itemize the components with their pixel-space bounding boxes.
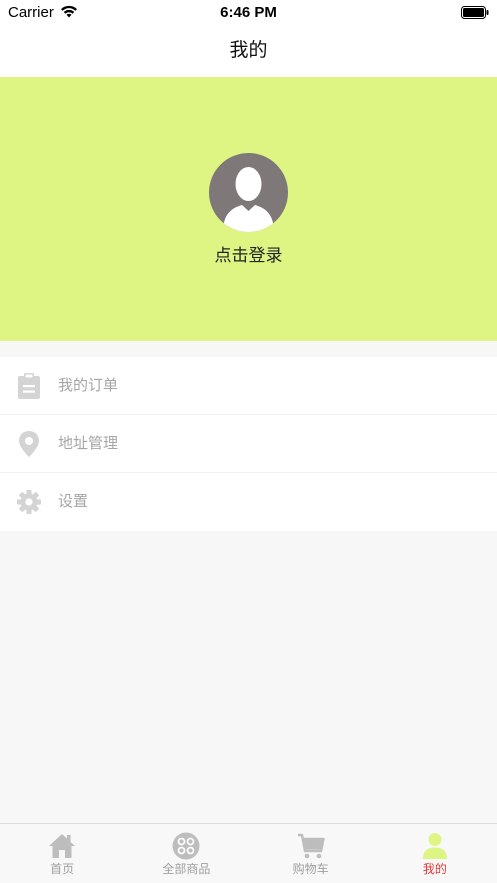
profile-header: 点击登录 xyxy=(0,77,497,341)
menu-item-orders[interactable]: 我的订单 xyxy=(0,357,497,415)
menu-item-label: 我的订单 xyxy=(58,376,119,394)
login-link[interactable]: 点击登录 xyxy=(0,241,497,266)
tab-mine[interactable]: 我的 xyxy=(373,824,497,883)
tab-label: 首页 xyxy=(50,862,75,876)
menu-list: 我的订单 地址管理 设置 xyxy=(0,357,497,531)
tab-bar: 首页 全部商品 购物车 我的 xyxy=(0,823,497,883)
menu-item-label: 地址管理 xyxy=(58,434,119,452)
page-title: 我的 xyxy=(229,39,268,61)
location-pin-icon xyxy=(19,431,39,457)
clock: 6:46 PM xyxy=(220,4,277,21)
home-icon xyxy=(49,834,76,858)
avatar[interactable] xyxy=(209,153,288,232)
tab-label: 我的 xyxy=(422,862,447,876)
menu-item-settings[interactable]: 设置 xyxy=(0,473,497,531)
gear-icon xyxy=(17,490,41,514)
person-icon xyxy=(422,833,447,859)
menu-item-label: 设置 xyxy=(58,492,89,510)
tab-all-products[interactable]: 全部商品 xyxy=(124,824,248,883)
tab-label: 全部商品 xyxy=(162,862,211,876)
clipboard-icon xyxy=(18,373,40,399)
grid-dots-icon xyxy=(172,832,200,860)
nav-bar: 我的 xyxy=(0,26,497,77)
tab-home[interactable]: 首页 xyxy=(0,824,124,883)
tab-cart[interactable]: 购物车 xyxy=(249,824,373,883)
battery-icon xyxy=(461,6,489,19)
user-silhouette-icon xyxy=(223,167,274,232)
cart-icon xyxy=(297,833,325,859)
menu-item-address[interactable]: 地址管理 xyxy=(0,415,497,473)
tab-label: 购物车 xyxy=(292,862,329,876)
status-bar: Carrier 6:46 PM xyxy=(0,0,497,26)
